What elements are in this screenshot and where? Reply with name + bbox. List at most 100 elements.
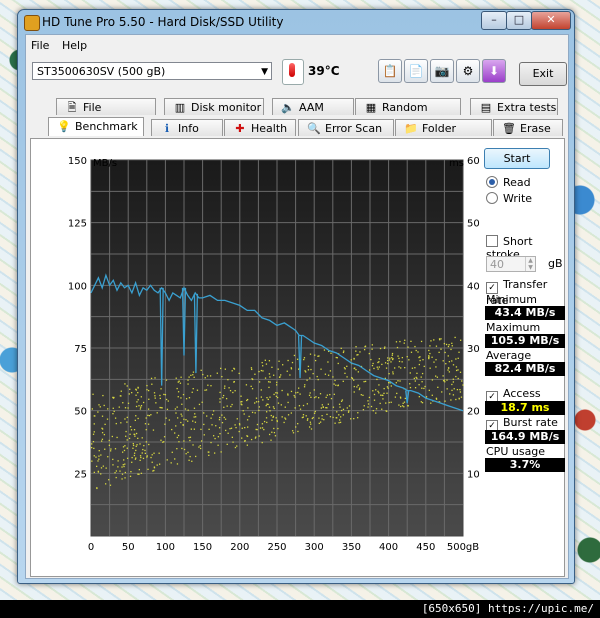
access-time-point (92, 440, 95, 443)
spinner-arrows-icon[interactable]: ▲ ▼ (525, 257, 535, 271)
access-time-point (287, 394, 289, 396)
access-time-point (204, 377, 206, 379)
copy-text-button[interactable]: 📋 (378, 59, 402, 83)
access-time-point (92, 393, 94, 395)
read-radio[interactable]: Read (486, 176, 531, 189)
start-button[interactable]: Start (484, 148, 550, 169)
access-time-point (187, 383, 189, 385)
access-time-point (140, 404, 143, 407)
access-time-point (264, 359, 266, 361)
access-time-point (238, 430, 240, 433)
access-time-point (338, 414, 340, 416)
tab-health[interactable]: ✚ Health (224, 119, 296, 136)
access-time-point (442, 380, 445, 382)
access-time-point (170, 462, 172, 464)
access-time-point (251, 411, 254, 414)
maximum-label: Maximum (486, 321, 541, 334)
access-time-point (386, 386, 389, 388)
access-time-point (309, 353, 312, 355)
maximize-button[interactable]: □ (506, 11, 532, 30)
access-time-point (309, 377, 311, 379)
access-time-point (209, 375, 212, 377)
menu-help[interactable]: Help (62, 39, 87, 52)
access-time-point (409, 383, 411, 385)
access-time-point (416, 372, 418, 374)
access-time-point (93, 423, 95, 425)
access-time-point (175, 412, 177, 414)
access-time-point (371, 348, 373, 350)
access-time-point (452, 394, 455, 396)
access-time-point (93, 431, 95, 433)
access-time-point (391, 354, 393, 356)
access-time-point (220, 367, 222, 370)
access-time-point (310, 423, 312, 425)
menu-file[interactable]: File (31, 39, 49, 52)
access-time-point (207, 384, 209, 386)
tab-error-scan[interactable]: 🔍 Error Scan (298, 119, 394, 136)
save-button[interactable]: ⬇ (482, 59, 506, 83)
access-time-point (171, 428, 173, 431)
access-time-point (270, 414, 272, 417)
access-time-point (333, 393, 335, 395)
access-time-point (95, 456, 97, 458)
access-time-point (136, 401, 138, 403)
access-time-point (104, 423, 106, 426)
tab-random-access[interactable]: ▦Random Access (355, 98, 461, 131)
access-time-point (302, 414, 305, 416)
access-time-point (250, 438, 253, 441)
access-time-point (342, 380, 344, 382)
tab-disk-monitor[interactable]: ▥ Disk monitor (164, 98, 264, 115)
access-time-point (185, 419, 187, 421)
access-time-point (321, 404, 323, 406)
exit-button[interactable]: Exit (519, 62, 567, 86)
access-time-point (320, 407, 322, 409)
access-time-point (295, 426, 297, 428)
access-time-point (435, 359, 437, 361)
access-time-point (130, 429, 133, 431)
short-stroke-spinner[interactable]: 40 ▲ ▼ (486, 256, 536, 272)
access-time-point (306, 403, 309, 405)
access-time-point (165, 379, 168, 381)
access-time-point (417, 351, 419, 353)
access-time-point (343, 350, 345, 352)
access-time-point (262, 365, 264, 367)
access-time-point (433, 361, 435, 363)
access-time-point (420, 376, 422, 378)
access-time-point (431, 379, 434, 381)
access-time-point (342, 351, 345, 354)
title-bar[interactable]: HD Tune Pro 5.50 - Hard Disk/SSD Utility… (18, 10, 574, 34)
access-time-point (181, 403, 183, 405)
tab-benchmark[interactable]: 💡 Benchmark (48, 117, 144, 136)
access-time-point (386, 410, 388, 413)
copy-info-button[interactable]: 📄 (404, 59, 428, 83)
access-time-point (227, 432, 229, 434)
access-time-point (260, 389, 262, 391)
access-time-point (435, 345, 438, 347)
options-button[interactable]: ⚙ (456, 59, 480, 83)
access-time-point (384, 346, 386, 348)
benchmark-panel: MB/s ms 150 125 100 75 50 25 60 50 40 30 20 10 0 50 100 1… (30, 138, 565, 577)
access-time-point (174, 432, 176, 434)
access-time-point (308, 394, 311, 396)
tab-erase[interactable]: 🗑 Erase (493, 119, 563, 136)
access-time-point (372, 410, 374, 412)
tab-folder-usage[interactable]: 📁Folder Usage (395, 119, 492, 152)
access-time-point (93, 455, 95, 457)
access-time-point (340, 400, 343, 402)
minimize-button[interactable]: – (481, 11, 507, 30)
tab-file-benchmark[interactable]: 🗎File Benchmark (56, 98, 156, 131)
write-radio[interactable]: Write (486, 192, 532, 205)
close-button[interactable]: ✕ (531, 11, 571, 30)
access-time-point (364, 380, 367, 383)
access-time-point (444, 400, 446, 402)
access-time-point (238, 372, 240, 375)
access-time-point (108, 479, 110, 481)
tab-extra-tests[interactable]: ▤ Extra tests (470, 98, 558, 115)
tab-info[interactable]: ℹ Info (151, 119, 223, 136)
drive-select[interactable]: ST3500630SV (500 gB) ▼ (32, 62, 272, 80)
tab-aam[interactable]: 🔈 AAM (272, 98, 354, 115)
access-time-point (342, 408, 345, 411)
access-time-point (313, 396, 316, 399)
screenshot-button[interactable]: 📷 (430, 59, 454, 83)
access-time-point (145, 441, 148, 443)
